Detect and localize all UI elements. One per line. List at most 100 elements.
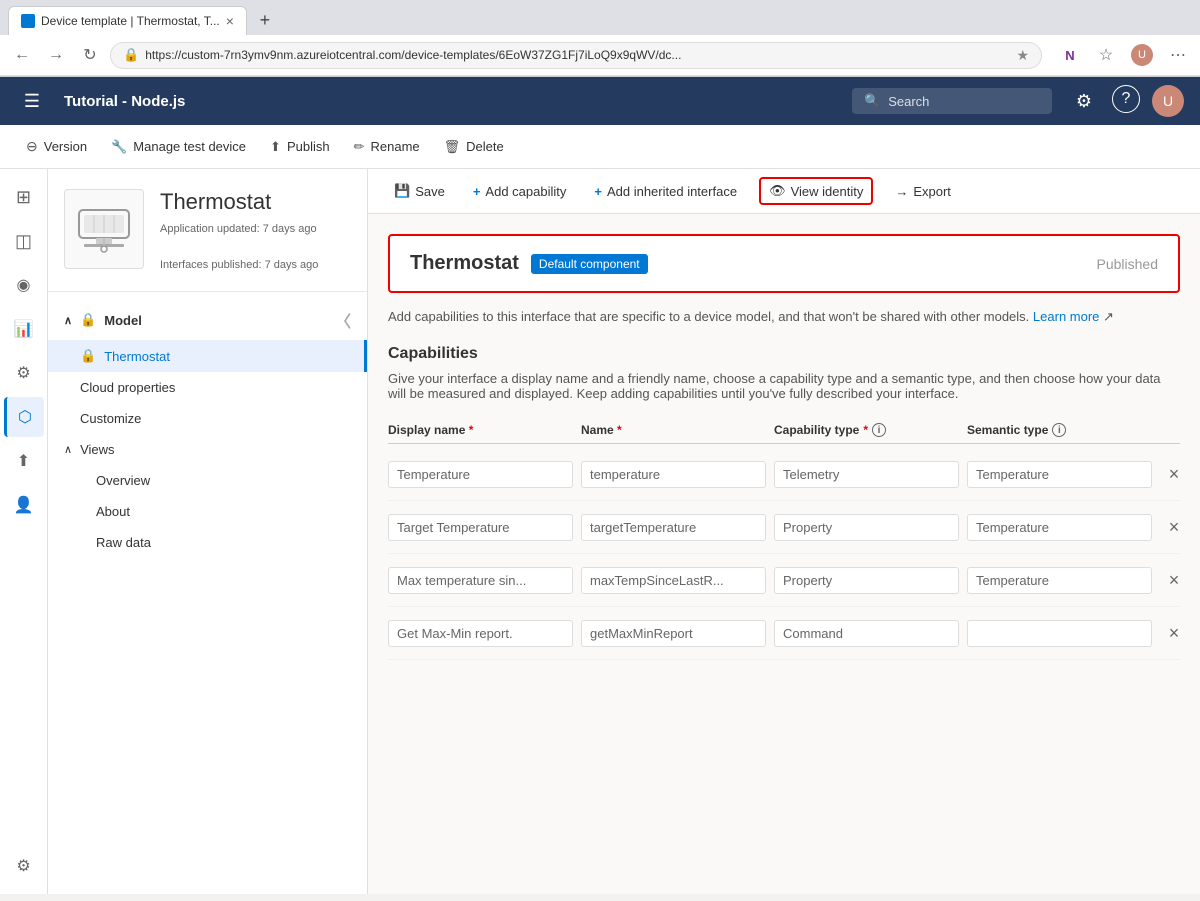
capability-type-input-1[interactable] — [774, 514, 959, 541]
sidebar-item-raw-data[interactable]: Raw data — [48, 527, 367, 558]
capability-type-input-2[interactable] — [774, 567, 959, 594]
back-button[interactable]: ← — [8, 41, 36, 69]
table-row: × ∨ — [388, 554, 1180, 607]
view-identity-button[interactable]: 👁 View identity — [759, 177, 873, 205]
sidebar-item-cloud-properties[interactable]: Cloud properties — [48, 372, 367, 403]
interface-description: Add capabilities to this interface that … — [388, 309, 1180, 325]
rename-button[interactable]: ✏ Rename — [344, 133, 430, 161]
add-capability-action[interactable]: + Add capability — [467, 180, 573, 203]
extensions-button[interactable]: N — [1056, 41, 1084, 69]
learn-more-link[interactable]: Learn more — [1033, 309, 1099, 324]
active-tab[interactable]: Device template | Thermostat, T... × — [8, 6, 247, 35]
sidebar-item-admin[interactable]: 👤 — [4, 485, 44, 525]
thermostat-label: Thermostat — [104, 349, 170, 364]
display-name-input-1[interactable] — [388, 514, 573, 541]
view-identity-label: View identity — [791, 184, 864, 199]
semantic-type-input-2[interactable] — [967, 567, 1152, 594]
favorites-button[interactable]: ☆ — [1092, 41, 1120, 69]
name-cell-3 — [581, 620, 766, 647]
save-icon: 💾 — [394, 183, 410, 199]
content-toolbar: 💾 Save + Add capability + Add inherited … — [368, 169, 1200, 214]
views-group[interactable]: ∧ Views — [48, 434, 367, 465]
manage-test-label: Manage test device — [133, 139, 246, 154]
table-row: × ∨ — [388, 501, 1180, 554]
sidebar-item-analytics[interactable]: 📊 — [4, 309, 44, 349]
rename-icon: ✏ — [354, 139, 365, 155]
display-name-input-0[interactable] — [388, 461, 573, 488]
capability-type-info-icon[interactable]: i — [872, 423, 886, 437]
capability-type-cell-3 — [774, 620, 959, 647]
sidebar-item-device-templates[interactable]: ⬡ — [4, 397, 44, 437]
browser-chrome: Device template | Thermostat, T... × + ←… — [0, 0, 1200, 77]
version-button[interactable]: ⊖ Version — [16, 132, 97, 161]
views-label: Views — [80, 442, 114, 457]
app-header: ☰ Tutorial - Node.js 🔍 Search ⚙ ? U — [0, 77, 1200, 125]
capability-type-input-3[interactable] — [774, 620, 959, 647]
help-icon[interactable]: ? — [1112, 85, 1140, 113]
search-icon: 🔍 — [864, 93, 880, 109]
model-group[interactable]: ∧ 🔒 Model 〈 — [48, 300, 367, 340]
sidebar-item-dashboard[interactable]: ⊞ — [4, 177, 44, 217]
name-input-2[interactable] — [581, 567, 766, 594]
right-panel: 💾 Save + Add capability + Add inherited … — [368, 169, 1200, 894]
semantic-type-input-0[interactable] — [967, 461, 1152, 488]
menu-icon[interactable]: ☰ — [16, 85, 48, 117]
col-name: Name * — [581, 423, 766, 437]
address-bar[interactable]: 🔒 https://custom-7rn3ymv9nm.azureiotcent… — [110, 42, 1042, 69]
name-input-3[interactable] — [581, 620, 766, 647]
sidebar-item-settings-bottom[interactable]: ⚙ — [4, 846, 44, 886]
content-area: Thermostat Default component Published A… — [368, 214, 1200, 894]
chevron-down-icon: ∧ — [64, 314, 72, 327]
sidebar-item-data-export[interactable]: ⬆ — [4, 441, 44, 481]
lock-icon-thermostat: 🔒 — [80, 348, 96, 364]
semantic-type-info-icon[interactable]: i — [1052, 423, 1066, 437]
export-label: Export — [913, 184, 951, 199]
sidebar-item-customize[interactable]: Customize — [48, 403, 367, 434]
save-action[interactable]: 💾 Save — [388, 179, 451, 203]
settings-icon[interactable]: ⚙ — [1068, 85, 1100, 117]
export-action[interactable]: → Export — [889, 180, 957, 203]
capability-type-input-0[interactable] — [774, 461, 959, 488]
add-inherited-action[interactable]: + Add inherited interface — [588, 180, 743, 203]
display-name-input-2[interactable] — [388, 567, 573, 594]
forward-button[interactable]: → — [42, 41, 70, 69]
display-name-input-3[interactable] — [388, 620, 573, 647]
refresh-button[interactable]: ↻ — [76, 41, 104, 69]
tab-title: Device template | Thermostat, T... — [41, 14, 220, 28]
publish-button[interactable]: ⬆ Publish — [260, 133, 340, 161]
name-input-0[interactable] — [581, 461, 766, 488]
new-tab-button[interactable]: + — [251, 7, 279, 35]
add-capability-label: Add capability — [485, 184, 566, 199]
semantic-type-input-1[interactable] — [967, 514, 1152, 541]
sidebar-item-devices[interactable]: ◫ — [4, 221, 44, 261]
interface-header: Thermostat Default component Published — [388, 234, 1180, 293]
delete-cell-0[interactable]: × — [1160, 460, 1188, 488]
delete-cell-3[interactable]: × — [1160, 619, 1188, 647]
name-input-1[interactable] — [581, 514, 766, 541]
delete-cell-2[interactable]: × — [1160, 566, 1188, 594]
tree-section: ∧ 🔒 Model 〈 🔒 Thermostat Cloud propertie… — [48, 292, 367, 566]
search-placeholder: Search — [888, 94, 929, 109]
app: ☰ Tutorial - Node.js 🔍 Search ⚙ ? U ⊖ Ve… — [0, 77, 1200, 894]
profile-button[interactable]: U — [1128, 41, 1156, 69]
plus-icon2: + — [594, 184, 602, 199]
sidebar-item-jobs[interactable]: ⚙ — [4, 353, 44, 393]
sidebar-item-thermostat[interactable]: 🔒 Thermostat — [48, 340, 367, 372]
delete-cell-1[interactable]: × — [1160, 513, 1188, 541]
account-icon[interactable]: U — [1152, 85, 1184, 117]
browser-menu-button[interactable]: ⋯ — [1164, 41, 1192, 69]
capability-type-cell-0 — [774, 461, 959, 488]
manage-icon: 🔧 — [111, 139, 127, 155]
name-cell-0 — [581, 461, 766, 488]
delete-button[interactable]: 🗑 Delete — [434, 133, 514, 161]
interface-title-row: Thermostat Default component — [410, 252, 648, 275]
sidebar-item-overview[interactable]: Overview — [48, 465, 367, 496]
semantic-type-input-3[interactable] — [967, 620, 1152, 647]
search-bar[interactable]: 🔍 Search — [852, 88, 1052, 114]
manage-test-button[interactable]: 🔧 Manage test device — [101, 133, 256, 161]
publish-icon: ⬆ — [270, 139, 281, 155]
sidebar-item-about[interactable]: About — [48, 496, 367, 527]
device-info: Thermostat Application updated: 7 days a… — [160, 189, 351, 271]
sidebar-item-rules[interactable]: ◉ — [4, 265, 44, 305]
tab-close-button[interactable]: × — [226, 13, 234, 29]
